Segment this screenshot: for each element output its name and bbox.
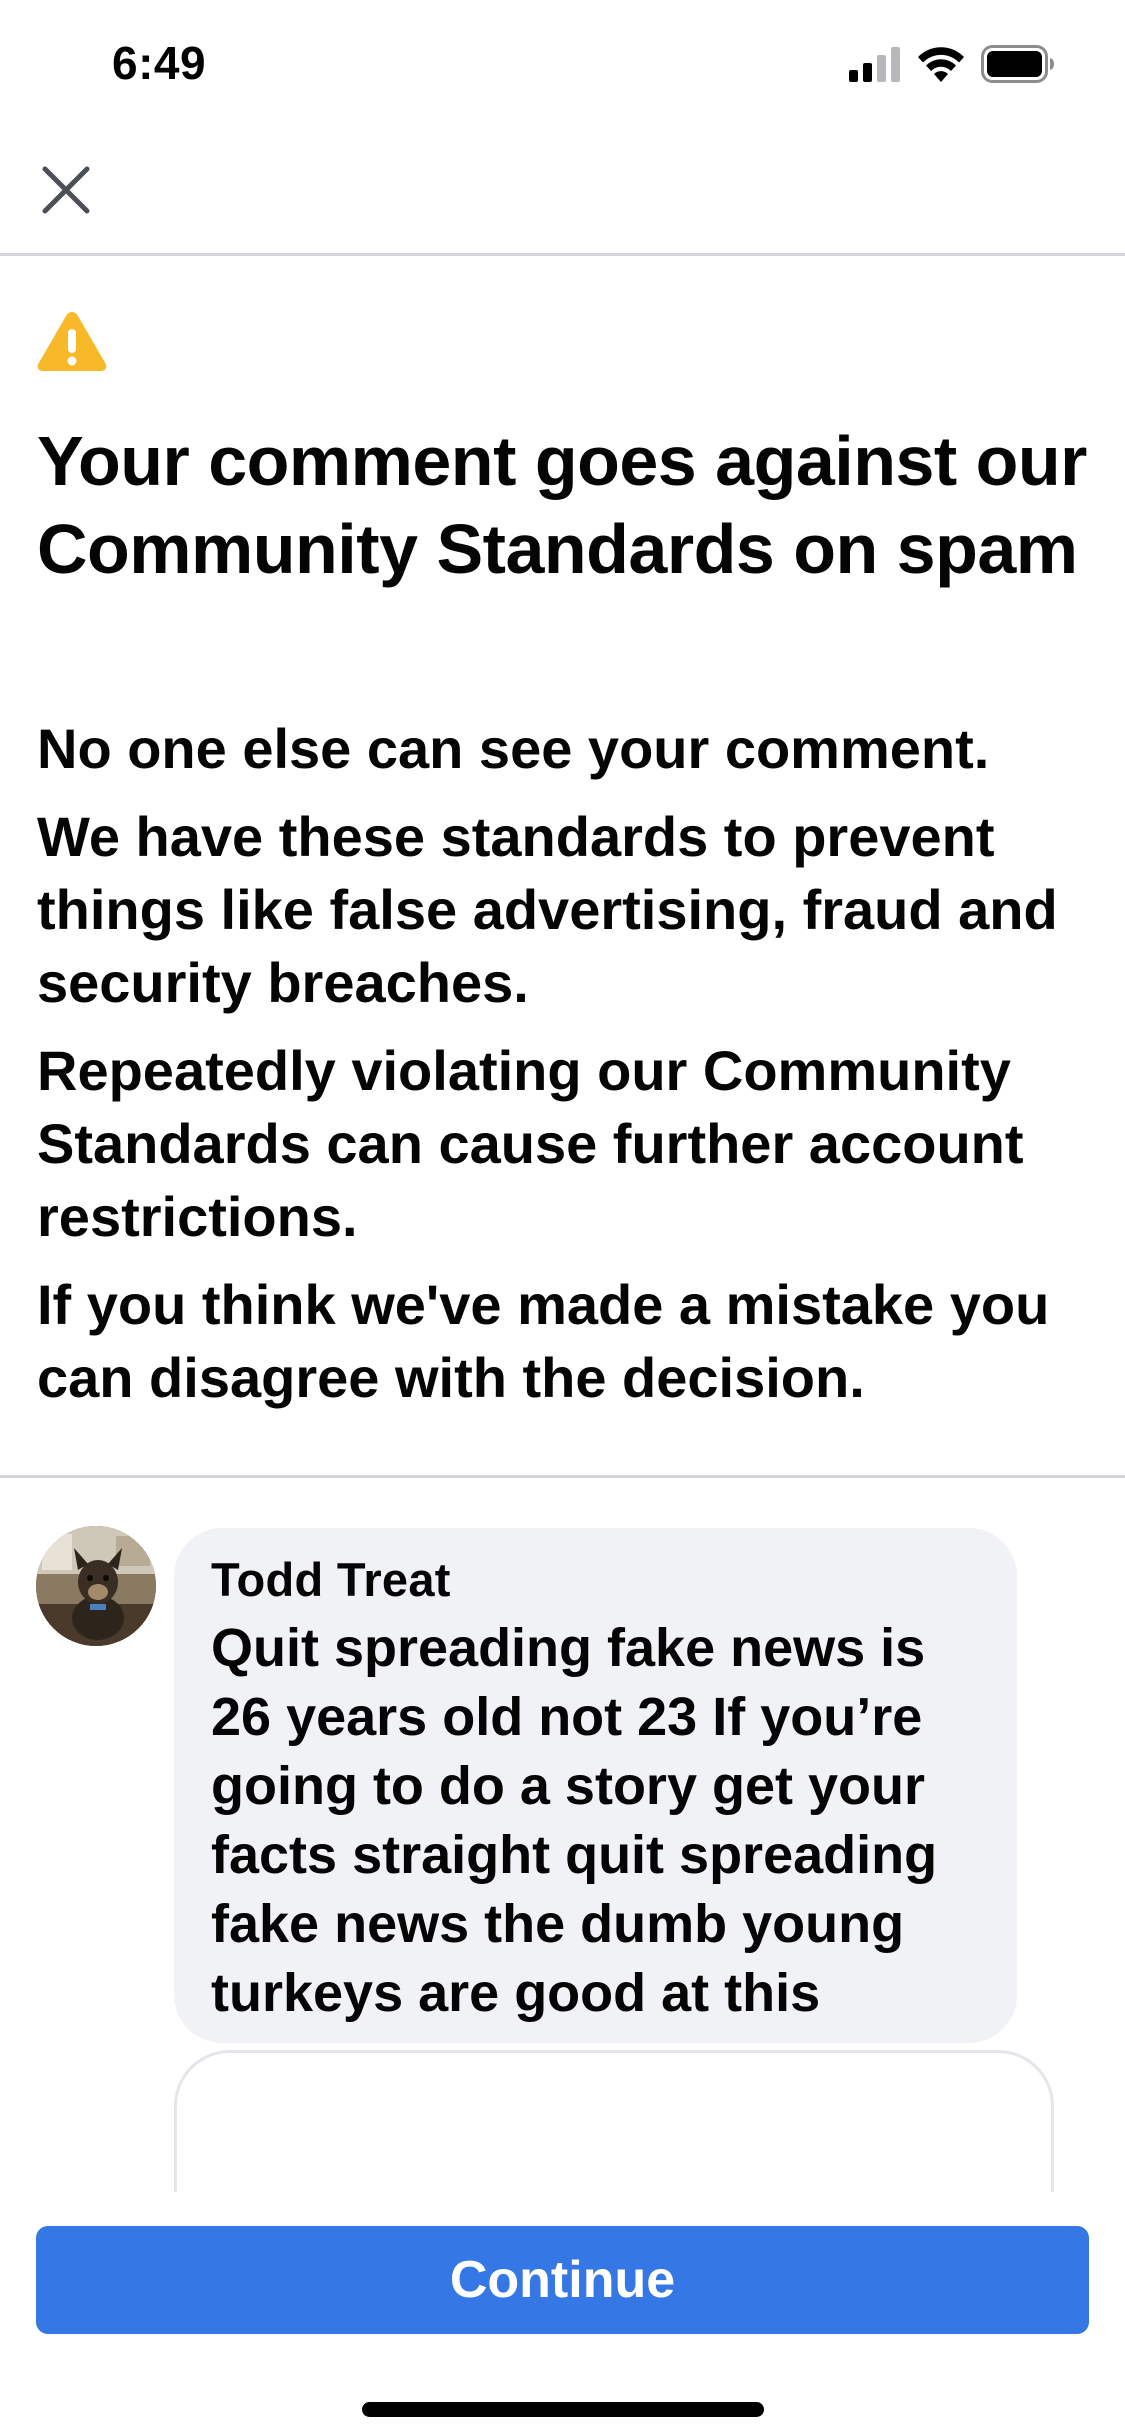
status-icons [849,42,1055,86]
flagged-comment: Todd Treat Quit spreading fake news is 2… [0,1480,1125,2192]
wifi-icon [918,47,964,82]
notice-paragraph: If you think we've made a mistake you ca… [37,1273,1050,1409]
notice-paragraph: We have these standards to prevent thing… [37,805,1058,1014]
notice-title: Your comment goes against our Community … [37,422,1087,588]
close-button[interactable] [36,160,96,220]
comment-preview-card [174,2050,1054,2192]
home-indicator[interactable] [362,2402,764,2417]
avatar-photo [36,1526,156,1646]
top-navigation [0,130,1125,256]
comment-text: Quit spreading fake news is 26 years old… [211,1618,938,2023]
warning-icon [37,312,107,371]
status-time: 6:49 [112,37,207,89]
notice-body: No one else can see your comment. We hav… [37,712,1097,1429]
close-icon [42,166,90,214]
notice-paragraph: Repeatedly violating our Community Stand… [37,1039,1024,1248]
status-bar: 6:49 [0,0,1125,130]
continue-button[interactable]: Continue [36,2226,1089,2334]
avatar [36,1526,156,1646]
comment-author[interactable]: Todd Treat [211,1550,981,1610]
battery-icon [981,45,1054,83]
footer: Continue [0,2192,1125,2436]
cellular-signal-icon [849,47,900,82]
community-standards-screen: 6:49 Your comment goes against our Commu… [0,0,1125,2436]
notice-paragraph: No one else can see your comment. [37,717,990,780]
comment-bubble: Todd Treat Quit spreading fake news is 2… [174,1528,1017,2043]
violation-notice: Your comment goes against our Community … [0,259,1125,1478]
